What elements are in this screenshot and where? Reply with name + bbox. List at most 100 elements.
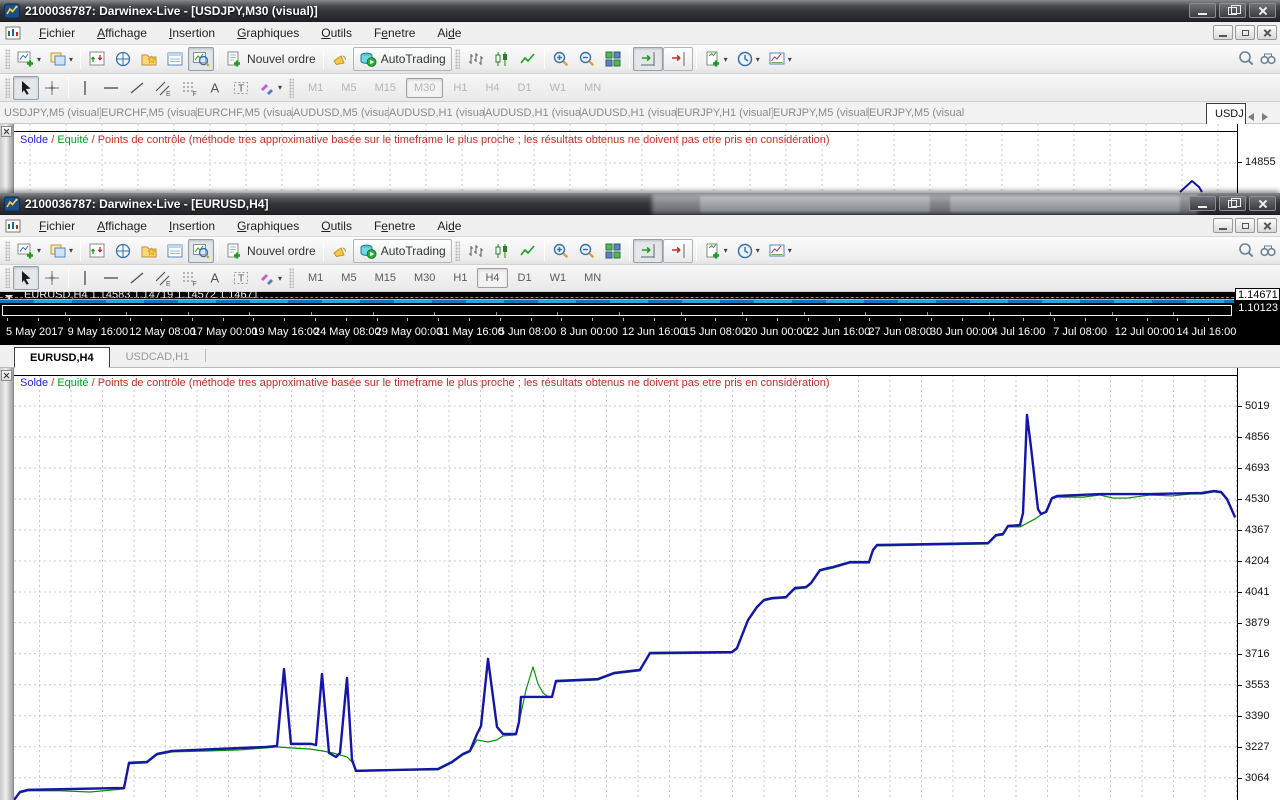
text-button[interactable]: A (202, 266, 228, 290)
hline-button[interactable] (98, 76, 124, 100)
alerts-button[interactable] (327, 47, 353, 71)
timeframe-m30-button[interactable]: M30 (406, 78, 443, 98)
auto-scroll-button[interactable] (633, 47, 663, 71)
chart-tab[interactable]: AUDUSD,H1 (visual) (484, 107, 580, 119)
toolbar-grip[interactable] (289, 78, 294, 98)
tab-scroll-right-button[interactable] (1262, 108, 1274, 120)
new-order-button[interactable]: Nouvel ordre (221, 239, 320, 263)
profiles-button[interactable]: ▾ (45, 239, 77, 263)
line-chart-button[interactable] (515, 47, 541, 71)
templates-button[interactable]: ▾ (764, 239, 796, 263)
dropdown-caret-icon[interactable]: ▾ (69, 55, 73, 64)
close-button[interactable] (1249, 196, 1276, 211)
text-button[interactable]: A (202, 76, 228, 100)
toolbar-grip[interactable] (5, 78, 10, 98)
chart-tab-eurusd[interactable]: EURUSD,H4 (14, 347, 110, 368)
close-panel-button[interactable] (1, 370, 12, 381)
tab-scroll-left-button[interactable] (1248, 108, 1260, 120)
menu-fichier[interactable]: Fichier (28, 217, 86, 235)
timeframe-w1-button[interactable]: W1 (542, 268, 575, 288)
navigator-button[interactable] (136, 47, 162, 71)
shapes-button[interactable]: ▾ (254, 266, 286, 290)
fibonacci-button[interactable]: F (176, 76, 202, 100)
mdi-close-button[interactable] (1257, 218, 1277, 233)
toolbar-grip[interactable] (5, 268, 10, 288)
chart-tab[interactable]: AUDUSD,H1 (visual) (388, 107, 484, 119)
label-button[interactable]: T (228, 76, 254, 100)
search-icon[interactable] (1237, 241, 1255, 259)
menu-outils[interactable]: Outils (310, 217, 363, 235)
market-watch-button[interactable] (84, 239, 110, 263)
data-window-button[interactable] (110, 47, 136, 71)
menu-aide[interactable]: Aide (426, 217, 472, 235)
pointer-button[interactable] (13, 76, 39, 100)
chart-tab[interactable]: AUDUSD,H1 (visual) (580, 107, 676, 119)
terminal-button[interactable] (162, 239, 188, 263)
data-window-button[interactable] (110, 239, 136, 263)
chart-shift-button[interactable] (663, 47, 693, 71)
titlebar[interactable]: 2100036787: Darwinex-Live - [USDJPY,M30 … (0, 0, 1280, 22)
bar-chart-button[interactable] (463, 47, 489, 71)
line-chart-button[interactable] (515, 239, 541, 263)
tester-chart-eurusd[interactable]: Solde / Equité / Points de contrôle (mét… (0, 368, 1280, 800)
dropdown-caret-icon[interactable]: ▾ (788, 246, 792, 255)
toolbar-grip[interactable] (5, 49, 10, 69)
profiles-button[interactable]: ▾ (45, 47, 77, 71)
autotrading-button[interactable]: AutoTrading (353, 47, 452, 71)
close-panel-button[interactable] (1, 126, 12, 137)
indicators-button[interactable]: ▾ (700, 47, 732, 71)
timeframe-h4-button[interactable]: H4 (477, 78, 507, 98)
timeframe-d1-button[interactable]: D1 (510, 78, 540, 98)
vline-button[interactable] (72, 266, 98, 290)
chart-shift-button[interactable] (663, 239, 693, 263)
menu-affichage[interactable]: Affichage (86, 217, 158, 235)
menu-affichage[interactable]: Affichage (86, 24, 158, 42)
zoom-out-button[interactable] (574, 47, 600, 71)
dropdown-caret-icon[interactable]: ▾ (724, 246, 728, 255)
dropdown-caret-icon[interactable]: ▾ (788, 55, 792, 64)
new-chart-button[interactable]: ▾ (13, 47, 45, 71)
chart-tab[interactable]: EURJPY,H1 (visual) (676, 107, 772, 119)
new-chart-button[interactable]: ▾ (13, 239, 45, 263)
trendline-button[interactable] (124, 266, 150, 290)
minimize-button[interactable] (1189, 3, 1216, 18)
vline-button[interactable] (72, 76, 98, 100)
dropdown-caret-icon[interactable]: ▾ (756, 246, 760, 255)
auto-scroll-button[interactable] (633, 239, 663, 263)
menu-insertion[interactable]: Insertion (158, 24, 226, 42)
toolbar-grip[interactable] (455, 241, 460, 261)
toolbar-grip[interactable] (289, 268, 294, 288)
menu-fenetre[interactable]: Fenetre (363, 217, 426, 235)
templates-button[interactable]: ▾ (764, 47, 796, 71)
restore-button[interactable] (1219, 3, 1246, 18)
timeframe-mn-button[interactable]: MN (576, 78, 609, 98)
timeframe-w1-button[interactable]: W1 (542, 78, 575, 98)
tab-usdjpy-active[interactable]: USDJ (1206, 103, 1246, 124)
tile-windows-button[interactable] (600, 47, 626, 71)
chart-tab[interactable]: USDJPY,M5 (visual) (4, 107, 100, 119)
hline-button[interactable] (98, 266, 124, 290)
dropdown-caret-icon[interactable]: ▾ (37, 55, 41, 64)
toolbar-grip[interactable] (455, 49, 460, 69)
timeframe-m15-button[interactable]: M15 (367, 268, 404, 288)
dropdown-caret-icon[interactable]: ▾ (37, 246, 41, 255)
alerts-button[interactable] (327, 239, 353, 263)
new-order-button[interactable]: Nouvel ordre (221, 47, 320, 71)
menu-graphiques[interactable]: Graphiques (226, 217, 310, 235)
zoom-in-button[interactable] (548, 239, 574, 263)
mdi-restore-button[interactable] (1235, 25, 1255, 40)
restore-button[interactable] (1219, 196, 1246, 211)
mdi-restore-button[interactable] (1235, 218, 1255, 233)
trendline-button[interactable] (124, 76, 150, 100)
timeframe-mn-button[interactable]: MN (576, 268, 609, 288)
dropdown-caret-icon[interactable]: ▾ (724, 55, 728, 64)
chart-tab-usdcad[interactable]: USDCAD,H1 (110, 346, 206, 367)
mdi-close-button[interactable] (1257, 25, 1277, 40)
mdi-minimize-button[interactable] (1213, 218, 1233, 233)
binoculars-icon[interactable] (1259, 49, 1277, 67)
channel-button[interactable]: E (150, 266, 176, 290)
menu-insertion[interactable]: Insertion (158, 217, 226, 235)
navigator-button[interactable] (136, 239, 162, 263)
search-icon[interactable] (1237, 49, 1255, 67)
toolbar-grip[interactable] (5, 241, 10, 261)
